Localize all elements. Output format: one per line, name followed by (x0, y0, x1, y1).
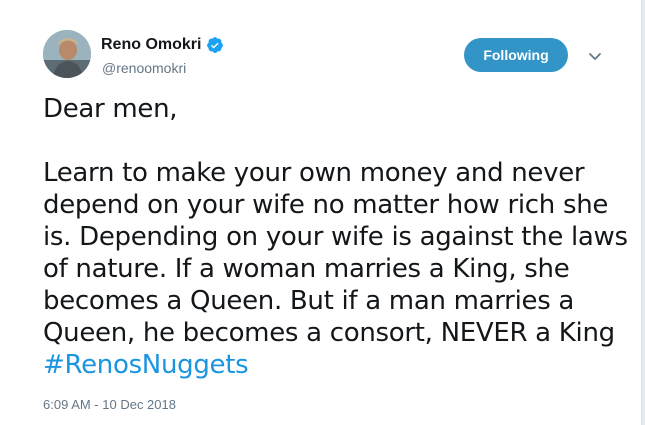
tweet-text: Dear men, Learn to make your own money a… (43, 93, 628, 381)
tweet-timestamp[interactable]: 6:09 AM - 10 Dec 2018 (43, 397, 176, 412)
tweet-line: Learn to make your own money and never (43, 158, 585, 188)
author-display-name[interactable]: Reno Omokri (101, 36, 201, 54)
following-button[interactable]: Following (464, 38, 568, 72)
tweet-line: is. Depending on your wife is against th… (43, 222, 628, 252)
tweet-line: of nature. If a woman marries a King, sh… (43, 254, 570, 284)
tweet-line: depend on your wife no matter how rich s… (43, 190, 609, 220)
tweet-card: Reno Omokri @renoomokri Following Dear m… (0, 0, 642, 425)
author-handle[interactable]: @renoomokri (102, 60, 186, 76)
tweet-line: becomes a Queen. But if a man marries a (43, 286, 575, 316)
author-name-row[interactable]: Reno Omokri (101, 35, 224, 55)
tweet-greeting: Dear men, (43, 94, 178, 124)
chevron-down-icon[interactable] (585, 46, 605, 66)
tweet-line: Queen, he becomes a consort, NEVER a Kin… (43, 318, 615, 348)
verified-badge-icon (207, 37, 224, 53)
avatar[interactable] (43, 30, 91, 78)
hashtag-link[interactable]: #RenosNuggets (43, 350, 249, 380)
